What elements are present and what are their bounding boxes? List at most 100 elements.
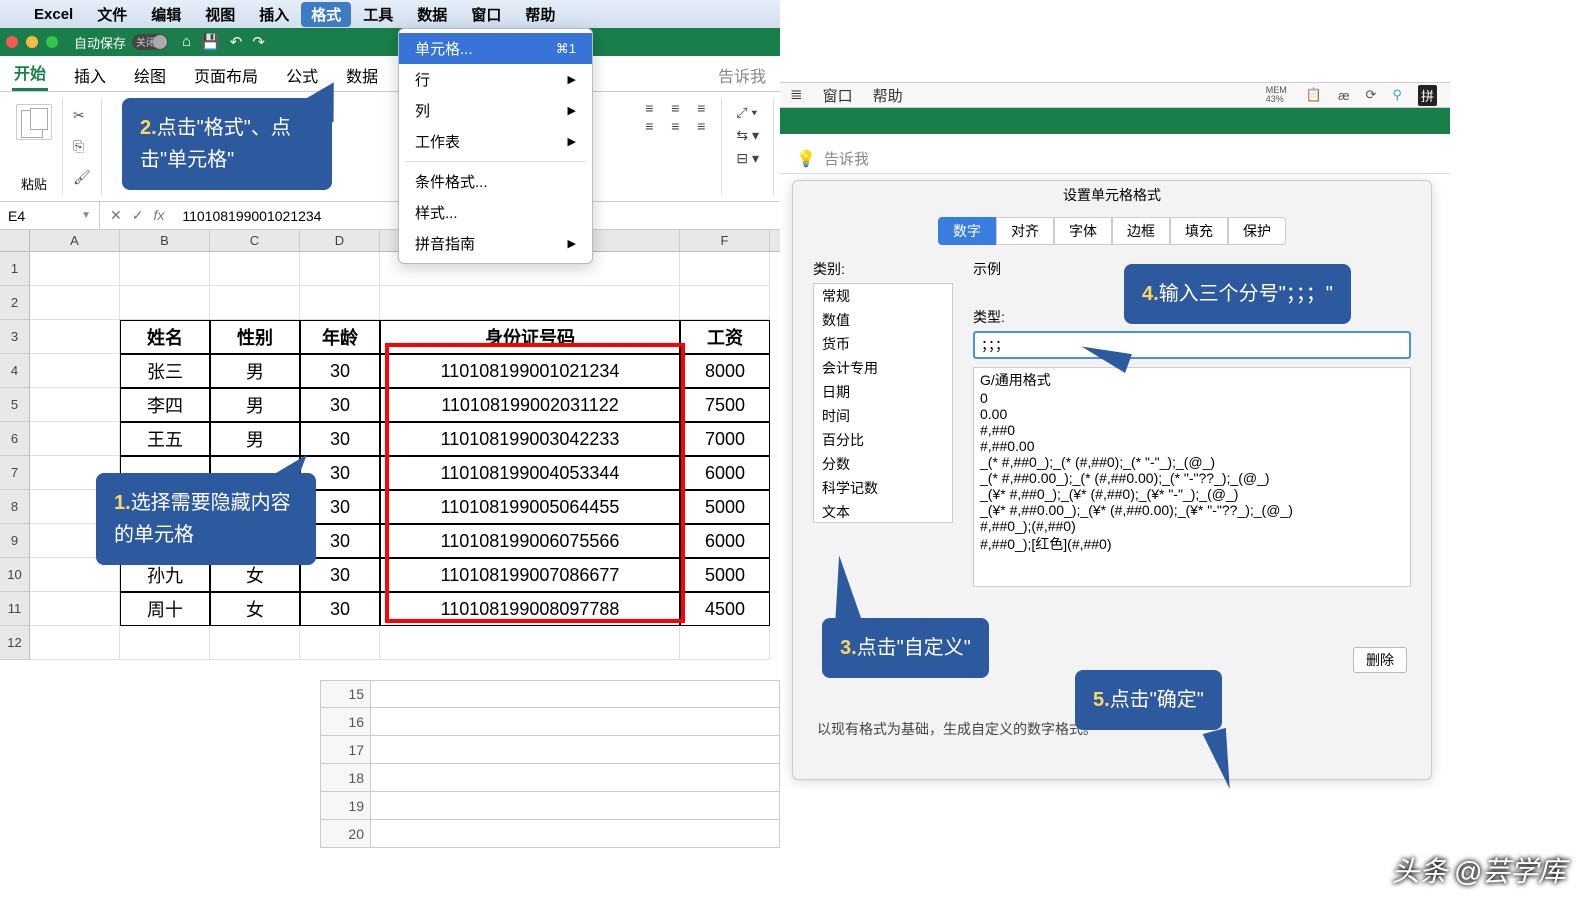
cancel-formula-icon[interactable]: ✕ bbox=[110, 207, 122, 224]
close-window-button[interactable] bbox=[6, 36, 18, 48]
align-center-icon[interactable]: ≡ bbox=[665, 118, 685, 134]
col-header-f[interactable]: F bbox=[680, 230, 770, 251]
cell[interactable] bbox=[30, 422, 120, 456]
tab-data[interactable]: 数据 bbox=[344, 59, 380, 91]
col-header-b[interactable]: B bbox=[120, 230, 210, 251]
cell[interactable] bbox=[210, 626, 300, 660]
cell-age[interactable]: 30 bbox=[300, 388, 380, 422]
cell-salary[interactable]: 7500 bbox=[680, 388, 770, 422]
type-input[interactable] bbox=[973, 331, 1411, 359]
header-name[interactable]: 姓名 bbox=[120, 320, 210, 354]
tab-draw[interactable]: 绘图 bbox=[132, 59, 168, 91]
tab-insert[interactable]: 插入 bbox=[72, 59, 108, 91]
col-header-c[interactable]: C bbox=[210, 230, 300, 251]
cell-id[interactable]: 110108199001021234 bbox=[380, 354, 680, 388]
cell[interactable] bbox=[380, 626, 680, 660]
align-right-icon[interactable]: ≡ bbox=[691, 118, 711, 134]
tab-layout[interactable]: 页面布局 bbox=[192, 59, 260, 91]
menu-file[interactable]: 文件 bbox=[85, 4, 139, 25]
cell[interactable] bbox=[30, 354, 120, 388]
category-item[interactable]: 日期 bbox=[814, 380, 952, 404]
category-item[interactable]: 文本 bbox=[814, 500, 952, 523]
autosave-control[interactable]: 自动保存 关闭 bbox=[74, 33, 168, 52]
row-header[interactable]: 6 bbox=[0, 422, 30, 456]
row-header[interactable]: 20 bbox=[321, 820, 371, 847]
undo-icon[interactable]: ↶ bbox=[230, 33, 243, 51]
cell-name[interactable]: 王五 bbox=[120, 422, 210, 456]
cell-salary[interactable]: 8000 bbox=[680, 354, 770, 388]
cell[interactable] bbox=[30, 320, 120, 354]
cell-gender[interactable]: 男 bbox=[210, 354, 300, 388]
menu-format[interactable]: 格式 bbox=[301, 2, 351, 27]
fx-label[interactable]: fx bbox=[153, 207, 164, 224]
row-header[interactable]: 1 bbox=[0, 252, 30, 286]
cell[interactable] bbox=[30, 592, 120, 626]
row-header[interactable]: 18 bbox=[321, 764, 371, 791]
redo-icon[interactable]: ↷ bbox=[252, 33, 265, 51]
row-header[interactable]: 3 bbox=[0, 320, 30, 354]
copy-icon[interactable]: ⎘ bbox=[73, 138, 91, 155]
menu-data[interactable]: 数据 bbox=[405, 4, 459, 25]
cell[interactable] bbox=[371, 764, 779, 791]
cell[interactable] bbox=[30, 286, 120, 320]
cell-age[interactable]: 30 bbox=[300, 592, 380, 626]
cell-salary[interactable]: 5000 bbox=[680, 558, 770, 592]
paste-icon[interactable] bbox=[16, 104, 52, 140]
align-left-icon[interactable]: ≡ bbox=[639, 118, 659, 134]
cell-name[interactable]: 张三 bbox=[120, 354, 210, 388]
menu-item[interactable]: 工作表▶ bbox=[399, 126, 592, 157]
menu-help-right[interactable]: 帮助 bbox=[873, 85, 903, 106]
row-header[interactable]: 19 bbox=[321, 792, 371, 819]
cell-salary[interactable]: 6000 bbox=[680, 456, 770, 490]
delete-button[interactable]: 删除 bbox=[1353, 647, 1407, 673]
format-item[interactable]: #,##0.00 bbox=[974, 438, 1410, 454]
select-all-corner[interactable] bbox=[0, 230, 30, 251]
dialog-tab[interactable]: 填充 bbox=[1170, 217, 1228, 245]
bluetooth-icon[interactable]: ⚲ bbox=[1392, 87, 1402, 103]
cell[interactable] bbox=[300, 286, 380, 320]
row-header[interactable]: 10 bbox=[0, 558, 30, 592]
status-icon-2[interactable]: æ bbox=[1338, 88, 1350, 103]
cell-id[interactable]: 110108199006075566 bbox=[380, 524, 680, 558]
dialog-tab[interactable]: 保护 bbox=[1228, 217, 1286, 245]
category-item[interactable]: 常规 bbox=[814, 284, 952, 308]
cell-salary[interactable]: 6000 bbox=[680, 524, 770, 558]
category-list[interactable]: 常规数值货币会计专用日期时间百分比分数科学记数文本特殊自定义 bbox=[813, 283, 953, 523]
cell[interactable] bbox=[30, 626, 120, 660]
row-header[interactable]: 12 bbox=[0, 626, 30, 660]
cell[interactable] bbox=[210, 286, 300, 320]
cell[interactable] bbox=[371, 681, 779, 707]
header-salary[interactable]: 工资 bbox=[680, 320, 770, 354]
menu-window[interactable]: 窗口 bbox=[459, 4, 513, 25]
dialog-tab[interactable]: 对齐 bbox=[996, 217, 1054, 245]
format-item[interactable]: _(¥* #,##0.00_);_(¥* (#,##0.00);_(¥* "-"… bbox=[974, 502, 1410, 518]
format-item[interactable]: #,##0 bbox=[974, 422, 1410, 438]
cell[interactable] bbox=[120, 626, 210, 660]
row-header[interactable]: 9 bbox=[0, 524, 30, 558]
menu-window-right[interactable]: 窗口 bbox=[823, 85, 853, 106]
cell[interactable] bbox=[30, 388, 120, 422]
menu-insert[interactable]: 插入 bbox=[247, 4, 301, 25]
cell[interactable] bbox=[30, 252, 120, 286]
menu-item[interactable]: 条件格式... bbox=[399, 166, 592, 197]
row-header[interactable]: 7 bbox=[0, 456, 30, 490]
header-age[interactable]: 年龄 bbox=[300, 320, 380, 354]
dialog-tab[interactable]: 边框 bbox=[1112, 217, 1170, 245]
cell[interactable] bbox=[120, 286, 210, 320]
cell[interactable] bbox=[371, 708, 779, 735]
menu-help[interactable]: 帮助 bbox=[513, 4, 567, 25]
format-item[interactable]: _(¥* #,##0_);_(¥* (#,##0);_(¥* "-"_);_(@… bbox=[974, 486, 1410, 502]
cell[interactable] bbox=[120, 252, 210, 286]
name-box[interactable]: E4 ▼ bbox=[0, 202, 100, 229]
status-icon-3[interactable]: ⟳ bbox=[1366, 87, 1377, 103]
cell[interactable] bbox=[680, 626, 770, 660]
input-method-icon[interactable]: 拼 bbox=[1418, 85, 1437, 106]
cell[interactable] bbox=[300, 252, 380, 286]
cell-name[interactable]: 李四 bbox=[120, 388, 210, 422]
cell-id[interactable]: 110108199003042233 bbox=[380, 422, 680, 456]
cell[interactable] bbox=[300, 626, 380, 660]
format-item[interactable]: _(* #,##0_);_(* (#,##0);_(* "-"_);_(@_) bbox=[974, 454, 1410, 470]
cell-id[interactable]: 110108199007086677 bbox=[380, 558, 680, 592]
wrap-text-icon[interactable]: ⇆ ▾ bbox=[736, 127, 759, 144]
tell-me-search[interactable]: 💡 告诉我 bbox=[780, 144, 1450, 174]
